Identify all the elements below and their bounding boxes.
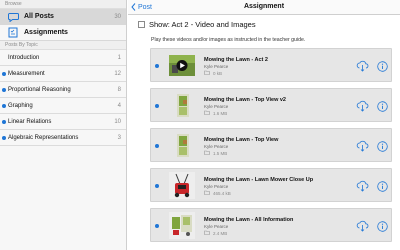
- sidebar: Browse All Posts 30 Assignments Posts By…: [0, 0, 127, 250]
- folder-icon: [204, 110, 210, 116]
- sidebar-item-measurement[interactable]: Measurement 12: [0, 66, 126, 82]
- cloud-download-icon[interactable]: [356, 59, 369, 72]
- media-size: 465.4 kB: [213, 190, 231, 196]
- unread-dot: [155, 64, 159, 68]
- media-meta: 1.5 MB: [204, 150, 227, 156]
- unread-dot: [155, 144, 159, 148]
- topic-count: 1: [117, 54, 121, 61]
- media-title: Mowing the Lawn - Lawn Mower Close Up: [204, 177, 314, 183]
- media-card[interactable]: Mowing the Lawn - Top View v2 Kyle Pearc…: [150, 88, 392, 122]
- unread-dot: [2, 72, 6, 76]
- topics-header: Posts By Topic: [0, 41, 126, 50]
- unread-dot: [2, 136, 6, 140]
- folder-icon: [204, 230, 210, 236]
- topic-label: Proportional Reasoning: [8, 86, 71, 93]
- media-size: 1.6 MB: [213, 110, 228, 116]
- topic-label: Measurement: [8, 70, 45, 77]
- media-card[interactable]: Mowing the Lawn - Lawn Mower Close Up Ky…: [150, 168, 392, 202]
- media-meta: 465.4 kB: [204, 190, 231, 196]
- media-size: 2.4 MB: [213, 230, 228, 236]
- folder-icon: [204, 150, 210, 156]
- sidebar-item-label: Assignments: [24, 29, 68, 36]
- sidebar-item-label: All Posts: [24, 13, 54, 20]
- page-title: Assignment: [243, 3, 285, 10]
- sidebar-item-linear-relations[interactable]: Linear Relations 10: [0, 114, 126, 130]
- lawn-image-thumbnail[interactable]: [169, 92, 195, 119]
- media-title: Mowing the Lawn - Top View: [204, 137, 279, 143]
- topic-label: Introduction: [8, 54, 40, 61]
- media-author: Kyle Pearce: [204, 144, 229, 149]
- media-title: Mowing the Lawn - All Information: [204, 217, 294, 223]
- media-meta: 0 kB: [204, 70, 222, 76]
- unread-dot: [2, 88, 6, 92]
- media-meta: 1.6 MB: [204, 110, 227, 116]
- main-panel: Post Assignment Show: Act 2 - Video and …: [128, 0, 400, 250]
- all-posts-count: 30: [114, 13, 121, 20]
- topic-count: 10: [114, 118, 121, 125]
- media-meta: 2.4 MB: [204, 230, 227, 236]
- topic-label: Linear Relations: [8, 118, 52, 125]
- sidebar-item-assignments[interactable]: Assignments: [0, 25, 126, 41]
- sidebar-item-proportional-reasoning[interactable]: Proportional Reasoning 8: [0, 82, 126, 98]
- show-title: Show: Act 2 - Video and Images: [149, 20, 256, 29]
- checklist-icon: [7, 27, 19, 38]
- folder-icon: [204, 190, 210, 196]
- unread-dot: [155, 224, 159, 228]
- cloud-download-icon[interactable]: [356, 219, 369, 232]
- media-size: 0 kB: [213, 70, 223, 76]
- media-card[interactable]: Mowing the Lawn - Top View Kyle Pearce 1…: [150, 128, 392, 162]
- cloud-download-icon[interactable]: [356, 99, 369, 112]
- info-icon[interactable]: [377, 219, 388, 232]
- sidebar-item-all-posts[interactable]: All Posts 30: [0, 9, 126, 25]
- instructions-text: Play these videos and/or images as instr…: [151, 37, 306, 43]
- unread-dot: [2, 104, 6, 108]
- unread-dot: [2, 120, 6, 124]
- topic-label: Graphing: [8, 102, 33, 109]
- media-card[interactable]: Mowing the Lawn - All Information Kyle P…: [150, 208, 392, 242]
- sidebar-item-algebraic-representations[interactable]: Algebraic Representations 3: [0, 130, 126, 146]
- media-title: Mowing the Lawn - Act 2: [204, 57, 268, 63]
- video-thumbnail[interactable]: [169, 52, 195, 79]
- info-icon[interactable]: [377, 179, 388, 192]
- folder-icon: [204, 70, 210, 76]
- sidebar-item-graphing[interactable]: Graphing 4: [0, 98, 126, 114]
- topic-count: 4: [117, 102, 121, 109]
- media-size: 1.5 MB: [213, 150, 228, 156]
- info-icon[interactable]: [377, 59, 388, 72]
- media-author: Kyle Pearce: [204, 224, 229, 229]
- cloud-download-icon[interactable]: [356, 139, 369, 152]
- info-icon[interactable]: [377, 139, 388, 152]
- cloud-download-icon[interactable]: [356, 179, 369, 192]
- media-list: Mowing the Lawn - Act 2 Kyle Pearce 0 kB: [150, 48, 392, 248]
- navigation-bar: Post Assignment: [128, 0, 400, 15]
- topic-count: 12: [114, 70, 121, 77]
- media-author: Kyle Pearce: [204, 184, 229, 189]
- media-title: Mowing the Lawn - Top View v2: [204, 97, 286, 103]
- show-checkbox[interactable]: [138, 21, 145, 28]
- lawn-image-thumbnail[interactable]: [169, 132, 195, 159]
- topic-count: 3: [117, 134, 121, 141]
- media-author: Kyle Pearce: [204, 104, 229, 109]
- browse-header: Browse: [0, 0, 126, 9]
- topic-count: 8: [117, 86, 121, 93]
- unread-dot: [155, 184, 159, 188]
- media-author: Kyle Pearce: [204, 64, 229, 69]
- unread-dot: [155, 104, 159, 108]
- topic-label: Algebraic Representations: [8, 134, 79, 141]
- mower-image-thumbnail[interactable]: [169, 172, 195, 199]
- media-card[interactable]: Mowing the Lawn - Act 2 Kyle Pearce 0 kB: [150, 48, 392, 82]
- show-header: Show: Act 2 - Video and Images: [138, 20, 256, 29]
- lawn-info-image-thumbnail[interactable]: [169, 212, 195, 239]
- chat-bubble-icon: [7, 11, 19, 22]
- info-icon[interactable]: [377, 99, 388, 112]
- sidebar-item-introduction[interactable]: Introduction 1: [0, 50, 126, 66]
